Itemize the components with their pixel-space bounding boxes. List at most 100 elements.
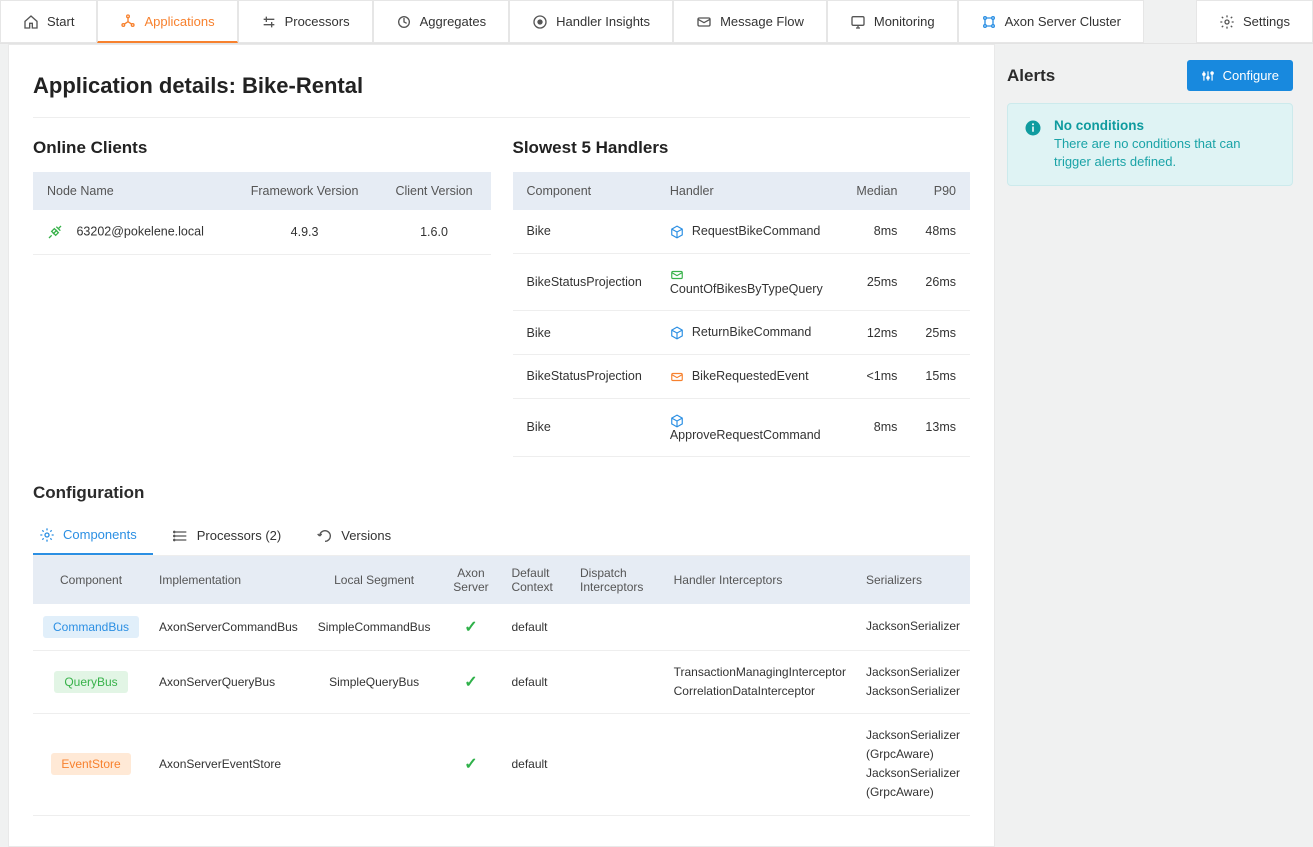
applications-icon <box>120 13 136 29</box>
th-cfg-default-context: Default Context <box>501 556 570 604</box>
tab-versions-label: Versions <box>341 528 391 543</box>
framework-version: 4.9.3 <box>232 210 378 255</box>
page-title: Application details: Bike-Rental <box>33 73 970 118</box>
nav-aggregates[interactable]: Aggregates <box>373 0 510 43</box>
handler-p90: 26ms <box>911 253 970 311</box>
cluster-icon <box>981 14 997 30</box>
slowest-handlers-table: Component Handler Median P90 BikeRequest… <box>513 172 971 457</box>
tab-versions[interactable]: Versions <box>311 519 407 555</box>
nav-monitoring[interactable]: Monitoring <box>827 0 958 43</box>
handler-name: CountOfBikesByTypeQuery <box>670 282 823 296</box>
table-row[interactable]: CommandBusAxonServerCommandBusSimpleComm… <box>33 604 970 651</box>
nav-message-flow[interactable]: Message Flow <box>673 0 827 43</box>
handler-p90: 25ms <box>911 311 970 355</box>
alert-box-title: No conditions <box>1054 118 1276 133</box>
table-row[interactable]: 63202@pokelene.local 4.9.3 1.6.0 <box>33 210 491 255</box>
gear-icon <box>1219 14 1235 30</box>
table-row[interactable]: BikeApproveRequestCommand8ms13ms <box>513 398 971 456</box>
cfg-dispatch-interceptors <box>570 604 664 651</box>
table-row[interactable]: BikeStatusProjectionBikeRequestedEvent<1… <box>513 355 971 399</box>
cfg-default-context: default <box>501 713 570 815</box>
nav-settings[interactable]: Settings <box>1196 0 1313 43</box>
tab-components[interactable]: Components <box>33 519 153 555</box>
handler-component: Bike <box>513 210 656 253</box>
handler-median: 12ms <box>842 311 911 355</box>
nav-applications[interactable]: Applications <box>97 0 237 43</box>
node-name: 63202@pokelene.local <box>76 224 203 238</box>
slowest-handlers-panel: Slowest 5 Handlers Component Handler Med… <box>513 138 971 457</box>
handler-median: 8ms <box>842 210 911 253</box>
th-component: Component <box>513 172 656 210</box>
configure-button[interactable]: Configure <box>1187 60 1293 91</box>
client-version: 1.6.0 <box>378 210 491 255</box>
tab-processors[interactable]: Processors (2) <box>167 519 298 555</box>
nav-axon-server-cluster-label: Axon Server Cluster <box>1005 14 1121 29</box>
th-cfg-dispatch-interceptors: Dispatch Interceptors <box>570 556 664 604</box>
table-row[interactable]: BikeRequestBikeCommand8ms48ms <box>513 210 971 253</box>
plug-icon <box>47 224 63 240</box>
message-flow-icon <box>696 14 712 30</box>
navbar-spacer <box>1144 0 1196 43</box>
cfg-dispatch-interceptors <box>570 713 664 815</box>
online-clients-title: Online Clients <box>33 138 491 158</box>
mail-green-icon <box>670 268 684 282</box>
th-cfg-serializers: Serializers <box>856 556 970 604</box>
cfg-local-segment: SimpleCommandBus <box>308 604 441 651</box>
mail-orange-icon <box>670 370 684 384</box>
configuration-title: Configuration <box>33 483 970 503</box>
component-badge: EventStore <box>51 753 130 775</box>
table-row[interactable]: Bike ReturnBikeCommand 12ms25ms <box>513 311 971 355</box>
handler-component: BikeStatusProjection <box>513 253 656 311</box>
versions-icon <box>317 528 333 544</box>
insights-icon <box>532 14 548 30</box>
slowest-handlers-title: Slowest 5 Handlers <box>513 138 971 158</box>
configuration-table: Component Implementation Local Segment A… <box>33 556 970 816</box>
handler-name: ReturnBikeCommand <box>692 325 812 339</box>
nav-applications-label: Applications <box>144 14 214 29</box>
th-node-name: Node Name <box>33 172 232 210</box>
aggregates-icon <box>396 14 412 30</box>
table-row[interactable]: EventStoreAxonServerEventStore✓defaultJa… <box>33 713 970 815</box>
cfg-handler-interceptors <box>664 604 856 651</box>
handler-median: 25ms <box>842 253 911 311</box>
th-cfg-implementation: Implementation <box>149 556 308 604</box>
nav-monitoring-label: Monitoring <box>874 14 935 29</box>
th-cfg-axon-server: Axon Server <box>440 556 501 604</box>
th-cfg-handler-interceptors: Handler Interceptors <box>664 556 856 604</box>
handler-name: ApproveRequestCommand <box>670 428 821 442</box>
handler-component: Bike <box>513 311 656 355</box>
cfg-handler-interceptors <box>664 713 856 815</box>
check-icon: ✓ <box>464 674 477 691</box>
cube-blue-icon <box>670 225 684 239</box>
nav-settings-label: Settings <box>1243 14 1290 29</box>
nav-start[interactable]: Start <box>0 0 97 43</box>
component-badge: QueryBus <box>54 671 127 693</box>
cfg-default-context: default <box>501 604 570 651</box>
nav-processors[interactable]: Processors <box>238 0 373 43</box>
th-cfg-local-segment: Local Segment <box>308 556 441 604</box>
monitoring-icon <box>850 14 866 30</box>
handler-p90: 15ms <box>911 355 970 399</box>
th-median: Median <box>842 172 911 210</box>
components-icon <box>39 527 55 543</box>
home-icon <box>23 14 39 30</box>
online-clients-panel: Online Clients Node Name Framework Versi… <box>33 138 491 457</box>
nav-handler-insights[interactable]: Handler Insights <box>509 0 673 43</box>
th-handler: Handler <box>656 172 843 210</box>
table-row[interactable]: BikeStatusProjection CountOfBikesByTypeQu… <box>513 253 971 311</box>
alert-box-text: There are no conditions that can trigger… <box>1054 135 1276 171</box>
cfg-serializers: JacksonSerializer <box>856 604 970 651</box>
th-cfg-component: Component <box>33 556 149 604</box>
tab-components-label: Components <box>63 527 137 542</box>
nav-message-flow-label: Message Flow <box>720 14 804 29</box>
th-client-version: Client Version <box>378 172 491 210</box>
component-badge: CommandBus <box>43 616 139 638</box>
alerts-panel: Alerts Configure No conditions There are… <box>995 44 1305 847</box>
handler-component: Bike <box>513 398 656 456</box>
handler-name: BikeRequestedEvent <box>692 369 809 383</box>
sliders-icon <box>1201 69 1215 83</box>
cfg-serializers: JacksonSerializer (GrpcAware)JacksonSeri… <box>856 713 970 815</box>
list-icon <box>173 528 189 544</box>
main-content: Application details: Bike-Rental Online … <box>8 44 995 847</box>
nav-axon-server-cluster[interactable]: Axon Server Cluster <box>958 0 1144 43</box>
